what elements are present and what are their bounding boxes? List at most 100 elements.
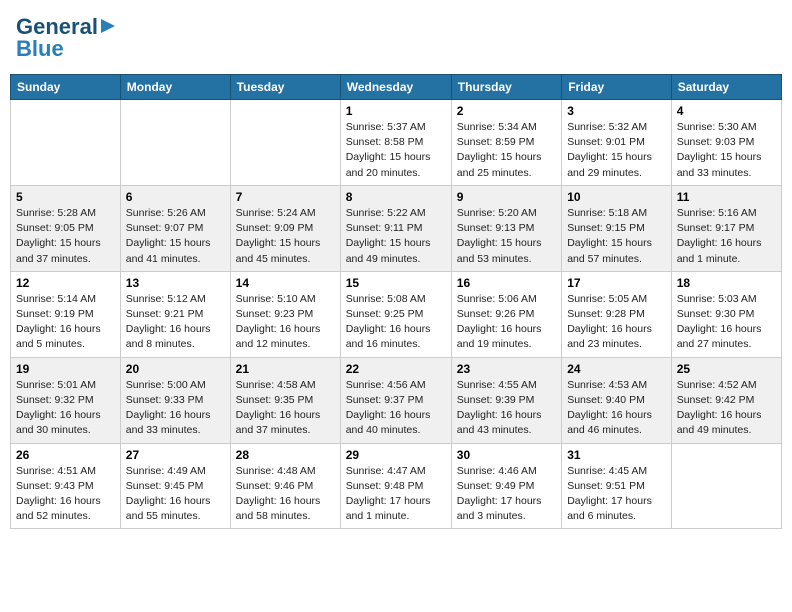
- day-info: Sunrise: 4:55 AM Sunset: 9:39 PM Dayligh…: [457, 378, 556, 439]
- calendar-cell: 21 Sunrise: 4:58 AM Sunset: 9:35 PM Dayli…: [230, 357, 340, 443]
- calendar-cell: 19 Sunrise: 5:01 AM Sunset: 9:32 PM Dayli…: [11, 357, 121, 443]
- day-number: 13: [126, 276, 225, 290]
- calendar-cell: 5 Sunrise: 5:28 AM Sunset: 9:05 PM Daylig…: [11, 185, 121, 271]
- day-number: 11: [677, 190, 776, 204]
- day-info: Sunrise: 5:10 AM Sunset: 9:23 PM Dayligh…: [236, 292, 335, 353]
- day-info: Sunrise: 4:47 AM Sunset: 9:48 PM Dayligh…: [346, 464, 446, 525]
- calendar-cell: 20 Sunrise: 5:00 AM Sunset: 9:33 PM Dayli…: [120, 357, 230, 443]
- day-info: Sunrise: 4:58 AM Sunset: 9:35 PM Dayligh…: [236, 378, 335, 439]
- calendar-week-row: 26 Sunrise: 4:51 AM Sunset: 9:43 PM Dayli…: [11, 443, 782, 529]
- day-number: 17: [567, 276, 666, 290]
- logo: General Blue: [16, 14, 117, 62]
- calendar-cell: 18 Sunrise: 5:03 AM Sunset: 9:30 PM Dayli…: [671, 271, 781, 357]
- day-number: 25: [677, 362, 776, 376]
- day-number: 24: [567, 362, 666, 376]
- calendar-cell: 30Sunrise: 4:46 AM Sunset: 9:49 PM Dayli…: [451, 443, 561, 529]
- logo-blue: Blue: [16, 36, 64, 62]
- calendar-cell: 28Sunrise: 4:48 AM Sunset: 9:46 PM Dayli…: [230, 443, 340, 529]
- day-info: Sunrise: 4:53 AM Sunset: 9:40 PM Dayligh…: [567, 378, 666, 439]
- day-of-week-header: Tuesday: [230, 75, 340, 100]
- calendar-cell: 29Sunrise: 4:47 AM Sunset: 9:48 PM Dayli…: [340, 443, 451, 529]
- calendar-cell: 13 Sunrise: 5:12 AM Sunset: 9:21 PM Dayli…: [120, 271, 230, 357]
- day-number: 19: [16, 362, 115, 376]
- calendar-cell: 31 Sunrise: 4:45 AM Sunset: 9:51 PM Dayli…: [562, 443, 672, 529]
- calendar-cell: 14 Sunrise: 5:10 AM Sunset: 9:23 PM Dayli…: [230, 271, 340, 357]
- day-of-week-header: Sunday: [11, 75, 121, 100]
- day-number: 18: [677, 276, 776, 290]
- calendar-cell: [671, 443, 781, 529]
- day-number: 1: [346, 104, 446, 118]
- calendar-cell: 11 Sunrise: 5:16 AM Sunset: 9:17 PM Dayli…: [671, 185, 781, 271]
- calendar-cell: [230, 100, 340, 186]
- day-info: Sunrise: 5:34 AM Sunset: 8:59 PM Dayligh…: [457, 120, 556, 181]
- calendar-cell: 4Sunrise: 5:30 AM Sunset: 9:03 PM Daylig…: [671, 100, 781, 186]
- calendar-week-row: 12 Sunrise: 5:14 AM Sunset: 9:19 PM Dayli…: [11, 271, 782, 357]
- calendar-header-row: SundayMondayTuesdayWednesdayThursdayFrid…: [11, 75, 782, 100]
- calendar-cell: [11, 100, 121, 186]
- day-number: 9: [457, 190, 556, 204]
- calendar-cell: 9 Sunrise: 5:20 AM Sunset: 9:13 PM Daylig…: [451, 185, 561, 271]
- day-number: 31: [567, 448, 666, 462]
- calendar-cell: 25 Sunrise: 4:52 AM Sunset: 9:42 PM Dayli…: [671, 357, 781, 443]
- calendar-cell: 12 Sunrise: 5:14 AM Sunset: 9:19 PM Dayli…: [11, 271, 121, 357]
- calendar-cell: 7 Sunrise: 5:24 AM Sunset: 9:09 PM Daylig…: [230, 185, 340, 271]
- day-number: 6: [126, 190, 225, 204]
- calendar-cell: 26 Sunrise: 4:51 AM Sunset: 9:43 PM Dayli…: [11, 443, 121, 529]
- day-info: Sunrise: 5:20 AM Sunset: 9:13 PM Dayligh…: [457, 206, 556, 267]
- day-number: 12: [16, 276, 115, 290]
- calendar-cell: 22Sunrise: 4:56 AM Sunset: 9:37 PM Dayli…: [340, 357, 451, 443]
- day-info: Sunrise: 5:37 AM Sunset: 8:58 PM Dayligh…: [346, 120, 446, 181]
- day-number: 8: [346, 190, 446, 204]
- day-number: 22: [346, 362, 446, 376]
- day-number: 7: [236, 190, 335, 204]
- day-info: Sunrise: 4:49 AM Sunset: 9:45 PM Dayligh…: [126, 464, 225, 525]
- calendar-week-row: 19 Sunrise: 5:01 AM Sunset: 9:32 PM Dayli…: [11, 357, 782, 443]
- day-number: 27: [126, 448, 225, 462]
- page-header: General Blue: [10, 10, 782, 66]
- day-info: Sunrise: 4:51 AM Sunset: 9:43 PM Dayligh…: [16, 464, 115, 525]
- calendar-cell: 1 Sunrise: 5:37 AM Sunset: 8:58 PM Daylig…: [340, 100, 451, 186]
- logo-icon: [99, 17, 117, 35]
- calendar-table: SundayMondayTuesdayWednesdayThursdayFrid…: [10, 74, 782, 529]
- calendar-cell: 23 Sunrise: 4:55 AM Sunset: 9:39 PM Dayli…: [451, 357, 561, 443]
- calendar-cell: 15Sunrise: 5:08 AM Sunset: 9:25 PM Dayli…: [340, 271, 451, 357]
- day-number: 4: [677, 104, 776, 118]
- day-number: 3: [567, 104, 666, 118]
- day-info: Sunrise: 5:22 AM Sunset: 9:11 PM Dayligh…: [346, 206, 446, 267]
- day-number: 20: [126, 362, 225, 376]
- calendar-cell: 3 Sunrise: 5:32 AM Sunset: 9:01 PM Daylig…: [562, 100, 672, 186]
- day-info: Sunrise: 5:14 AM Sunset: 9:19 PM Dayligh…: [16, 292, 115, 353]
- day-number: 26: [16, 448, 115, 462]
- day-info: Sunrise: 5:06 AM Sunset: 9:26 PM Dayligh…: [457, 292, 556, 353]
- day-info: Sunrise: 4:45 AM Sunset: 9:51 PM Dayligh…: [567, 464, 666, 525]
- day-info: Sunrise: 4:46 AM Sunset: 9:49 PM Dayligh…: [457, 464, 556, 525]
- day-info: Sunrise: 5:16 AM Sunset: 9:17 PM Dayligh…: [677, 206, 776, 267]
- day-info: Sunrise: 5:12 AM Sunset: 9:21 PM Dayligh…: [126, 292, 225, 353]
- day-number: 16: [457, 276, 556, 290]
- day-of-week-header: Monday: [120, 75, 230, 100]
- day-number: 14: [236, 276, 335, 290]
- day-info: Sunrise: 5:00 AM Sunset: 9:33 PM Dayligh…: [126, 378, 225, 439]
- day-of-week-header: Thursday: [451, 75, 561, 100]
- day-info: Sunrise: 5:32 AM Sunset: 9:01 PM Dayligh…: [567, 120, 666, 181]
- day-number: 21: [236, 362, 335, 376]
- day-info: Sunrise: 5:01 AM Sunset: 9:32 PM Dayligh…: [16, 378, 115, 439]
- day-number: 23: [457, 362, 556, 376]
- calendar-week-row: 1 Sunrise: 5:37 AM Sunset: 8:58 PM Daylig…: [11, 100, 782, 186]
- calendar-week-row: 5 Sunrise: 5:28 AM Sunset: 9:05 PM Daylig…: [11, 185, 782, 271]
- day-info: Sunrise: 5:26 AM Sunset: 9:07 PM Dayligh…: [126, 206, 225, 267]
- calendar-cell: 17Sunrise: 5:05 AM Sunset: 9:28 PM Dayli…: [562, 271, 672, 357]
- day-number: 5: [16, 190, 115, 204]
- day-info: Sunrise: 5:28 AM Sunset: 9:05 PM Dayligh…: [16, 206, 115, 267]
- calendar-cell: [120, 100, 230, 186]
- day-number: 10: [567, 190, 666, 204]
- calendar-cell: 10Sunrise: 5:18 AM Sunset: 9:15 PM Dayli…: [562, 185, 672, 271]
- day-info: Sunrise: 5:24 AM Sunset: 9:09 PM Dayligh…: [236, 206, 335, 267]
- calendar-cell: 2Sunrise: 5:34 AM Sunset: 8:59 PM Daylig…: [451, 100, 561, 186]
- day-info: Sunrise: 4:52 AM Sunset: 9:42 PM Dayligh…: [677, 378, 776, 439]
- calendar-cell: 6 Sunrise: 5:26 AM Sunset: 9:07 PM Daylig…: [120, 185, 230, 271]
- day-info: Sunrise: 5:03 AM Sunset: 9:30 PM Dayligh…: [677, 292, 776, 353]
- calendar-cell: 27 Sunrise: 4:49 AM Sunset: 9:45 PM Dayli…: [120, 443, 230, 529]
- day-number: 28: [236, 448, 335, 462]
- calendar-cell: 8 Sunrise: 5:22 AM Sunset: 9:11 PM Daylig…: [340, 185, 451, 271]
